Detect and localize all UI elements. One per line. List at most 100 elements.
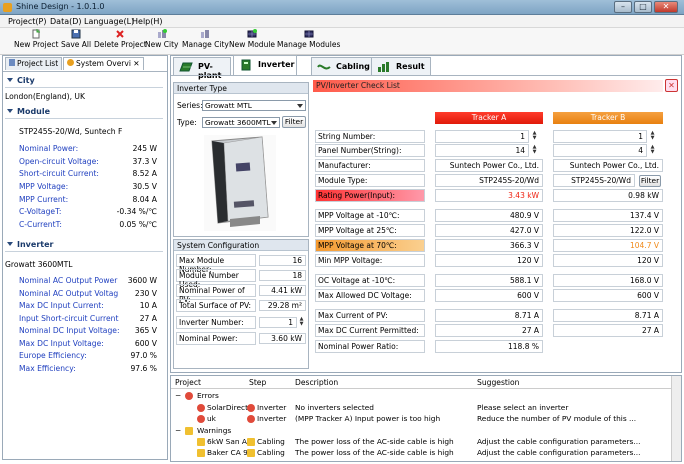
manage-modules-icon	[304, 30, 314, 38]
result-icon	[378, 62, 389, 72]
close-button[interactable]: ✕	[654, 1, 678, 13]
system-configuration-box: System Configuration Max Module Number: …	[173, 239, 309, 369]
table-row[interactable]: 6kW San A Cabling The power loss of the …	[171, 437, 669, 448]
inverter-prop-label: Max Efficiency:	[19, 364, 76, 373]
tracker-a-spinner[interactable]: ▲ ▼	[531, 145, 538, 156]
tab-project-list[interactable]: Project List	[5, 57, 63, 70]
check-row-label: Max DC Current Permitted:	[315, 324, 425, 337]
tracker-a-value: 120 V	[435, 254, 543, 267]
tracker-a-spinner[interactable]: ▲ ▼	[531, 131, 538, 142]
message-scrollbar[interactable]	[671, 376, 681, 461]
title-bar: Shine Design - 1.0.1.0 – □ ✕	[0, 0, 684, 15]
menu-help[interactable]: Help(H)	[132, 17, 163, 26]
module-header[interactable]: Module	[7, 107, 50, 116]
col-suggestion-header: Suggestion	[477, 378, 520, 387]
tracker-b-value: 8.71 A	[553, 309, 663, 322]
manage-city-label: Manage City	[182, 40, 229, 49]
table-row[interactable]: Baker CA 9 Cabling The power loss of the…	[171, 448, 669, 459]
tab-result-label: Result	[396, 62, 425, 71]
message-description: (MPP Tracker A) Input power is too high	[295, 414, 441, 423]
tab-cabling-label: Cabling	[336, 62, 370, 71]
tracker-a-value: 3.43 kW	[435, 189, 543, 202]
tracker-b-filter-button[interactable]: Filter	[639, 175, 661, 187]
tracker-a-input[interactable]: 1	[435, 130, 529, 143]
tracker-a-value: 427.0 V	[435, 224, 543, 237]
inverter-number-input[interactable]: 1	[259, 317, 297, 328]
tracker-a-value: 480.9 V	[435, 209, 543, 222]
tab-result[interactable]: Result	[371, 57, 431, 75]
module-prop-value: 37.3 V	[132, 157, 157, 166]
inverter-header[interactable]: Inverter	[7, 240, 53, 249]
tab-system-overview-label: System Overvi	[76, 59, 131, 68]
errors-group[interactable]: − Errors	[171, 391, 669, 402]
check-row-label: OC Voltage at -10℃:	[315, 274, 425, 287]
new-module-button[interactable]: New Module	[229, 29, 275, 49]
table-row[interactable]: SolarDirect Inverter No inverters select…	[171, 403, 669, 414]
module-prop-label: MPP Current:	[19, 195, 69, 204]
divider	[5, 251, 163, 252]
tracker-b-value: 168.0 V	[553, 274, 663, 287]
type-select[interactable]: Growatt 3600MTL	[202, 117, 280, 128]
manage-city-icon	[201, 30, 210, 38]
tracker-b-spinner[interactable]: ▲ ▼	[649, 131, 656, 142]
tab-close-icon[interactable]: ✕	[131, 59, 139, 68]
menu-data[interactable]: Data(D)	[50, 17, 82, 26]
menu-project[interactable]: Project(P)	[8, 17, 46, 26]
new-city-button[interactable]: New City	[145, 29, 178, 49]
type-label: Type:	[177, 118, 197, 127]
check-row-label: MPP Voltage at -10℃:	[315, 209, 425, 222]
error-icon	[197, 404, 205, 412]
message-suggestion: Reduce the number of PV module of this .…	[477, 414, 637, 423]
inverter-prop-label: Nominal AC Output Voltag	[19, 289, 119, 298]
message-project: uk	[207, 414, 216, 423]
tracker-a-value: 366.3 V	[435, 239, 543, 252]
warnings-group[interactable]: − Warnings	[171, 426, 669, 437]
inverter-type-header: Inverter Type	[174, 83, 308, 94]
module-prop-value: 8.52 A	[132, 169, 157, 178]
inverter-prop-value: 97.6 %	[130, 364, 157, 373]
tab-cabling[interactable]: Cabling	[311, 57, 373, 75]
sc-label: Module Number Used:	[176, 269, 256, 289]
menu-language[interactable]: Language(L)	[84, 17, 134, 26]
error-icon	[197, 415, 205, 423]
inverter-prop-value: 600 V	[134, 339, 157, 348]
module-prop-label: Short-circuit Current:	[19, 169, 99, 178]
message-suggestion: Please select an inverter	[477, 403, 569, 412]
delete-project-button[interactable]: Delete Project	[94, 29, 147, 49]
table-row[interactable]: uk Inverter (MPP Tracker A) Input power …	[171, 414, 669, 425]
city-header[interactable]: City	[7, 76, 35, 85]
inverter-prop-label: Max DC Input Voltage:	[19, 339, 104, 348]
inverter-number-spinner[interactable]: ▲ ▼	[298, 317, 305, 328]
save-all-button[interactable]: Save All	[61, 29, 91, 49]
warning-icon	[185, 427, 193, 435]
new-module-icon	[247, 29, 257, 38]
new-project-button[interactable]: New Project	[14, 29, 58, 49]
module-prop-value: 0.05 %/℃	[119, 220, 157, 229]
tab-pv-plant[interactable]: PV-plant	[173, 57, 231, 80]
tracker-b-input[interactable]: 4	[553, 144, 647, 157]
manage-modules-button[interactable]: Manage Modules	[277, 29, 340, 49]
new-city-icon	[157, 29, 167, 38]
tab-system-overview[interactable]: System Overvi ✕	[63, 57, 144, 70]
tab-inverter[interactable]: Inverter	[233, 55, 297, 76]
main-panel: PV-plant Inverter Cabling Result Inverte…	[170, 55, 682, 373]
module-number-used-value: 18	[259, 270, 306, 281]
message-suggestion: Adjust the cable configuration parameter…	[477, 448, 641, 457]
message-panel: Project Step Description Suggestion − Er…	[170, 375, 682, 462]
check-list-close-icon[interactable]: ✕	[665, 79, 678, 92]
collapse-icon[interactable]: −	[175, 391, 181, 400]
manage-city-button[interactable]: Manage City	[182, 29, 229, 49]
tracker-a-input[interactable]: 14	[435, 144, 529, 157]
minimize-button[interactable]: –	[614, 1, 632, 13]
sc-label: Total Surface of PV:	[176, 299, 256, 312]
check-row-label: MPP Voltage at 25℃:	[315, 224, 425, 237]
check-row-label: Min MPP Voltage:	[315, 254, 425, 267]
collapse-icon[interactable]: −	[175, 426, 181, 435]
max-module-number-value: 16	[259, 255, 306, 266]
type-filter-button[interactable]: Filter	[282, 116, 306, 128]
inverter-icon	[241, 59, 251, 71]
tracker-b-input[interactable]: 1	[553, 130, 647, 143]
series-select[interactable]: Growatt MTL	[202, 100, 306, 111]
tracker-b-spinner[interactable]: ▲ ▼	[649, 145, 656, 156]
maximize-button[interactable]: □	[634, 1, 652, 13]
